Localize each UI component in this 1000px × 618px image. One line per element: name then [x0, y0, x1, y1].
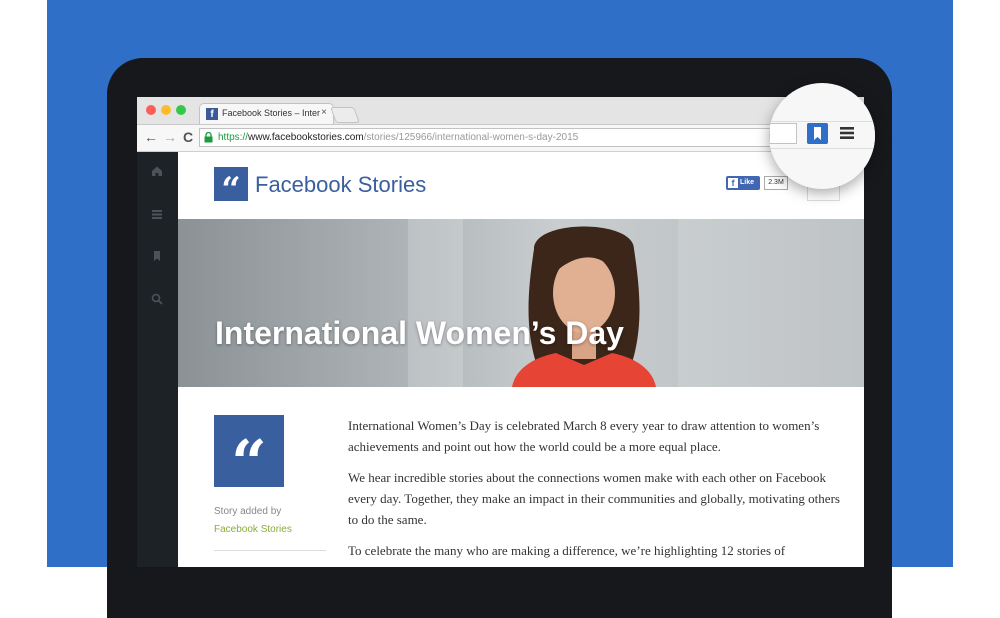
story-added-by-label: Story added by [214, 506, 282, 517]
new-tab-button[interactable] [330, 107, 360, 123]
browser-tab[interactable]: f Facebook Stories – Inter × [199, 103, 334, 124]
menu-icon[interactable] [839, 125, 855, 141]
article-paragraph: We hear incredible stories about the con… [348, 470, 840, 527]
forward-button[interactable]: → [163, 129, 177, 145]
article-paragraph: To celebrate the many who are making a d… [348, 543, 786, 558]
like-label: Like [740, 179, 755, 186]
story-source-logo[interactable]: “ [214, 415, 284, 499]
site-logo-mark[interactable]: “ [214, 167, 248, 210]
zoom-callout [769, 83, 875, 189]
facebook-like-button[interactable]: f Like [726, 176, 760, 190]
hero-title: International Women’s Day [215, 315, 624, 351]
url-text: https://www.facebookstories.com/stories/… [218, 132, 578, 143]
home-icon[interactable] [150, 164, 164, 178]
search-icon[interactable] [150, 292, 164, 306]
like-count: 2.3M [764, 176, 788, 190]
article-paragraph: International Women’s Day is celebrated … [348, 418, 820, 454]
list-icon[interactable] [150, 207, 164, 221]
facebook-favicon-icon: f [206, 108, 218, 120]
browser-window: f Facebook Stories – Inter × ← → C https… [137, 97, 864, 567]
browser-toolbar: ← → C https://www.facebookstories.com/st… [137, 125, 864, 152]
reload-button[interactable]: C [183, 129, 193, 145]
tab-bar: f Facebook Stories – Inter × [137, 97, 864, 125]
hero-backdrop-panel [678, 219, 864, 387]
bookmark-icon[interactable] [150, 249, 164, 263]
back-button[interactable]: ← [144, 129, 158, 145]
minimize-window-dot[interactable] [161, 105, 171, 115]
bookmark-extension-icon[interactable] [807, 123, 828, 144]
maximize-window-dot[interactable] [176, 105, 186, 115]
hero-portrait [512, 226, 656, 387]
site-logo-text[interactable]: Facebook Stories [255, 172, 426, 198]
facebook-f-icon: f [728, 178, 738, 188]
article-body: International Women’s Day is celebrated … [348, 415, 848, 567]
sidebar-divider [214, 550, 326, 551]
close-window-dot[interactable] [146, 105, 156, 115]
hero-backdrop-panel [408, 219, 463, 387]
tab-title: Facebook Stories – Inter [222, 108, 321, 118]
url-path: /stories/125966/international-women-s-da… [363, 132, 579, 143]
story-author-link[interactable]: Facebook Stories [214, 524, 292, 535]
url-host: www.facebookstories.com [248, 132, 364, 143]
site-sidebar [137, 152, 178, 567]
address-bar-edge [769, 123, 797, 144]
lock-icon [204, 132, 213, 143]
tab-close-icon[interactable]: × [321, 107, 327, 118]
url-scheme: https:// [218, 132, 249, 143]
address-bar[interactable]: https://www.facebookstories.com/stories/… [199, 128, 799, 147]
hero-banner: International Women’s Day [178, 219, 864, 387]
